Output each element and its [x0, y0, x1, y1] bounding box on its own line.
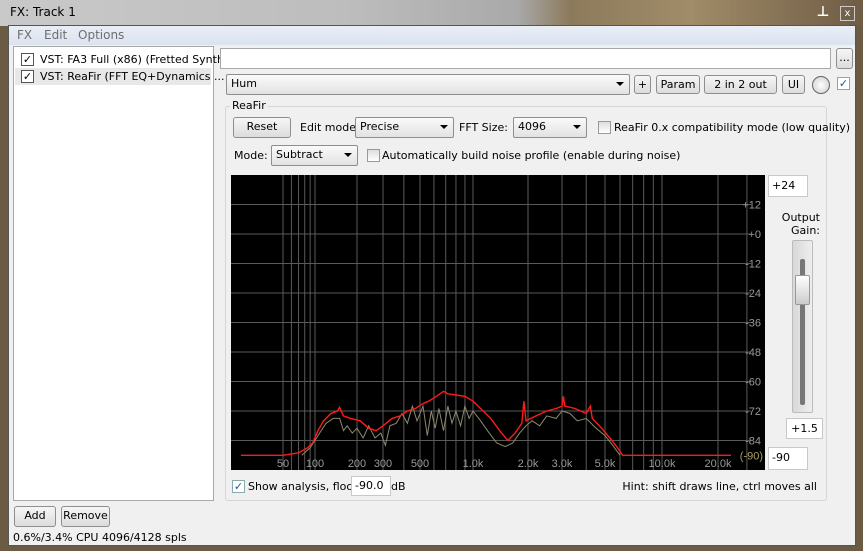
fx-enable-checkbox[interactable]: ✓ [21, 53, 34, 66]
range-bottom-input[interactable]: -90 [768, 447, 808, 470]
fx-item-fa3[interactable]: ✓ VST: FA3 Full (x86) (Fretted Synth) [15, 51, 228, 68]
close-icon[interactable]: x [840, 6, 855, 21]
x-tick-label: 300 [374, 458, 392, 470]
x-tick-label: 200 [348, 458, 366, 470]
edit-mode-label: Edit mode: [300, 121, 360, 134]
plugin-enable-checkbox[interactable]: ✓ [837, 77, 850, 90]
mode-dropdown[interactable]: Subtract [271, 145, 358, 166]
preset-name-input[interactable] [220, 48, 831, 69]
chevron-down-icon [344, 153, 352, 157]
add-preset-button[interactable]: + [634, 75, 651, 94]
add-button[interactable]: Add [14, 506, 56, 527]
y-tick-label: -60 [745, 377, 761, 389]
x-tick-label: 2.0k [518, 458, 539, 470]
auto-noise-checkbox[interactable] [367, 149, 380, 162]
y-tick-label: -84 [745, 436, 761, 448]
mode-value: Subtract [276, 148, 323, 161]
compat-mode-checkbox[interactable] [598, 121, 611, 134]
x-tick-label: 5.0k [595, 458, 616, 470]
output-gain-slider[interactable] [792, 240, 813, 413]
floor-label: (-90) [740, 450, 763, 462]
x-tick-label: 50 [277, 458, 289, 470]
floor-input[interactable]: -90.0 [351, 476, 391, 496]
menu-bar [9, 26, 855, 45]
y-tick-label: +12 [742, 200, 761, 212]
reset-button[interactable]: Reset [233, 117, 291, 138]
wet-knob[interactable] [812, 76, 830, 94]
output-gain-label: Output Gain: [781, 211, 820, 237]
more-button[interactable]: ... [836, 48, 853, 69]
window-title: FX: Track 1 [10, 5, 76, 19]
edit-mode-value: Precise [360, 120, 400, 133]
param-button[interactable]: Param [656, 75, 700, 94]
spectrum-graph[interactable]: 50 100 200 300 500 1.0k 2.0k 3.0k 5.0k 10.0k 20.0k… [231, 175, 826, 470]
show-analysis-label: Show analysis, floor: [248, 480, 362, 493]
hint-text: Hint: shift draws line, ctrl moves all [622, 480, 817, 493]
fft-size-label: FFT Size: [459, 121, 508, 134]
group-label: ReaFir [230, 99, 268, 112]
chevron-down-icon [616, 82, 624, 86]
remove-button[interactable]: Remove [61, 506, 110, 527]
chevron-down-icon [573, 125, 581, 129]
analysis-line [301, 404, 621, 456]
menu-edit[interactable]: Edit [44, 28, 67, 42]
y-tick-label: +0 [748, 229, 761, 241]
menu-options[interactable]: Options [78, 28, 124, 42]
spectrum-svg[interactable]: 50 100 200 300 500 1.0k 2.0k 3.0k 5.0k 10.0k 20.0k… [231, 175, 826, 470]
x-tick-label: 100 [306, 458, 324, 470]
cpu-status: 0.6%/3.4% CPU 4096/4128 spls [13, 531, 187, 544]
fx-item-label: VST: FA3 Full (x86) (Fretted Synth) [40, 53, 229, 66]
eq-curve-line [240, 390, 731, 456]
auto-noise-label: Automatically build noise profile (enabl… [382, 149, 681, 162]
pin-icon[interactable]: ⊥ [816, 4, 830, 20]
fx-item-reafir[interactable]: ✓ VST: ReaFir (FFT EQ+Dynamics ... [15, 68, 225, 85]
show-analysis-checkbox[interactable]: ✓ [232, 480, 245, 493]
x-tick-label: 3.0k [552, 458, 573, 470]
y-tick-label: -72 [745, 406, 761, 418]
y-tick-label: -12 [745, 259, 761, 271]
output-gain-input[interactable]: +1.5 [786, 418, 823, 439]
edit-mode-dropdown[interactable]: Precise [355, 117, 454, 138]
slider-thumb[interactable] [795, 274, 810, 305]
y-tick-label: -36 [745, 318, 761, 330]
fft-size-dropdown[interactable]: 4096 [513, 117, 587, 138]
y-tick-label: -48 [745, 347, 761, 359]
fx-enable-checkbox[interactable]: ✓ [21, 70, 34, 83]
chevron-down-icon [440, 125, 448, 129]
menu-fx[interactable]: FX [17, 28, 32, 42]
compat-mode-label: ReaFir 0.x compatibility mode (low quali… [614, 121, 851, 134]
preset-dropdown[interactable]: Hum [226, 74, 630, 95]
y-tick-label: -24 [745, 288, 761, 300]
range-top-input[interactable]: +24 [768, 175, 808, 197]
x-tick-label: 500 [411, 458, 429, 470]
mode-label: Mode: [234, 149, 268, 162]
floor-unit: dB [391, 480, 406, 493]
io-button[interactable]: 2 in 2 out [704, 75, 777, 94]
preset-value: Hum [231, 77, 257, 90]
ui-button[interactable]: UI [782, 75, 805, 94]
fx-chain-list: ✓ VST: FA3 Full (x86) (Fretted Synth) ✓ … [13, 46, 228, 501]
fx-item-label: VST: ReaFir (FFT EQ+Dynamics ... [40, 70, 225, 83]
x-tick-label: 20.0k [705, 458, 732, 470]
fft-size-value: 4096 [518, 120, 546, 133]
x-tick-label: 1.0k [463, 458, 484, 470]
x-tick-label: 10.0k [649, 458, 676, 470]
title-bar [0, 0, 863, 26]
